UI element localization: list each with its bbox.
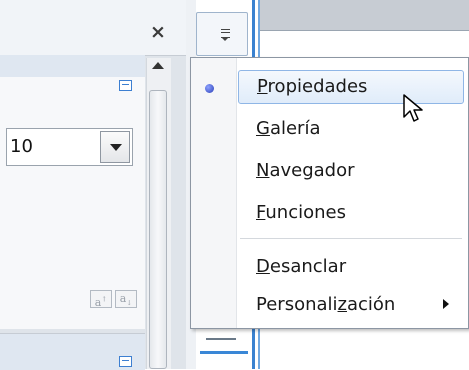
close-panel-button[interactable]: × xyxy=(146,18,170,46)
font-size-dropdown-button[interactable] xyxy=(100,131,130,163)
menu-lines-icon xyxy=(221,29,230,41)
grow-font-button[interactable]: a↑ xyxy=(90,290,112,309)
menu-item-funciones[interactable]: Funciones xyxy=(238,196,464,230)
menu-item-personalizacion[interactable]: Personalización xyxy=(238,288,464,322)
scrollbar-thumb[interactable] xyxy=(149,90,167,369)
more-options-icon[interactable] xyxy=(119,356,132,367)
scroll-up-icon[interactable] xyxy=(152,62,164,69)
menu-item-propiedades[interactable]: Propiedades xyxy=(238,70,464,104)
shrink-font-button[interactable]: a↓ xyxy=(115,290,137,308)
close-icon: × xyxy=(150,21,166,43)
submenu-arrow-icon xyxy=(443,299,449,309)
menu-icon-column xyxy=(191,58,237,328)
menu-separator xyxy=(240,238,462,239)
chevron-down-icon xyxy=(110,144,122,151)
font-size-value[interactable]: 10 xyxy=(10,134,33,160)
deck-tab-icon[interactable] xyxy=(200,334,248,354)
menu-item-navegador[interactable]: Navegador xyxy=(238,154,464,188)
menu-item-galeria[interactable]: Galería xyxy=(238,112,464,146)
grow-font-icon: a↑ xyxy=(94,295,108,309)
radio-bullet-icon xyxy=(205,84,214,93)
document-toolbar-strip xyxy=(260,0,469,30)
menu-item-desanclar[interactable]: Desanclar xyxy=(238,250,464,284)
section-header-character xyxy=(0,55,145,77)
mouse-pointer-icon xyxy=(403,94,423,122)
more-options-icon[interactable] xyxy=(119,80,132,91)
shrink-font-icon: a↓ xyxy=(119,292,133,308)
